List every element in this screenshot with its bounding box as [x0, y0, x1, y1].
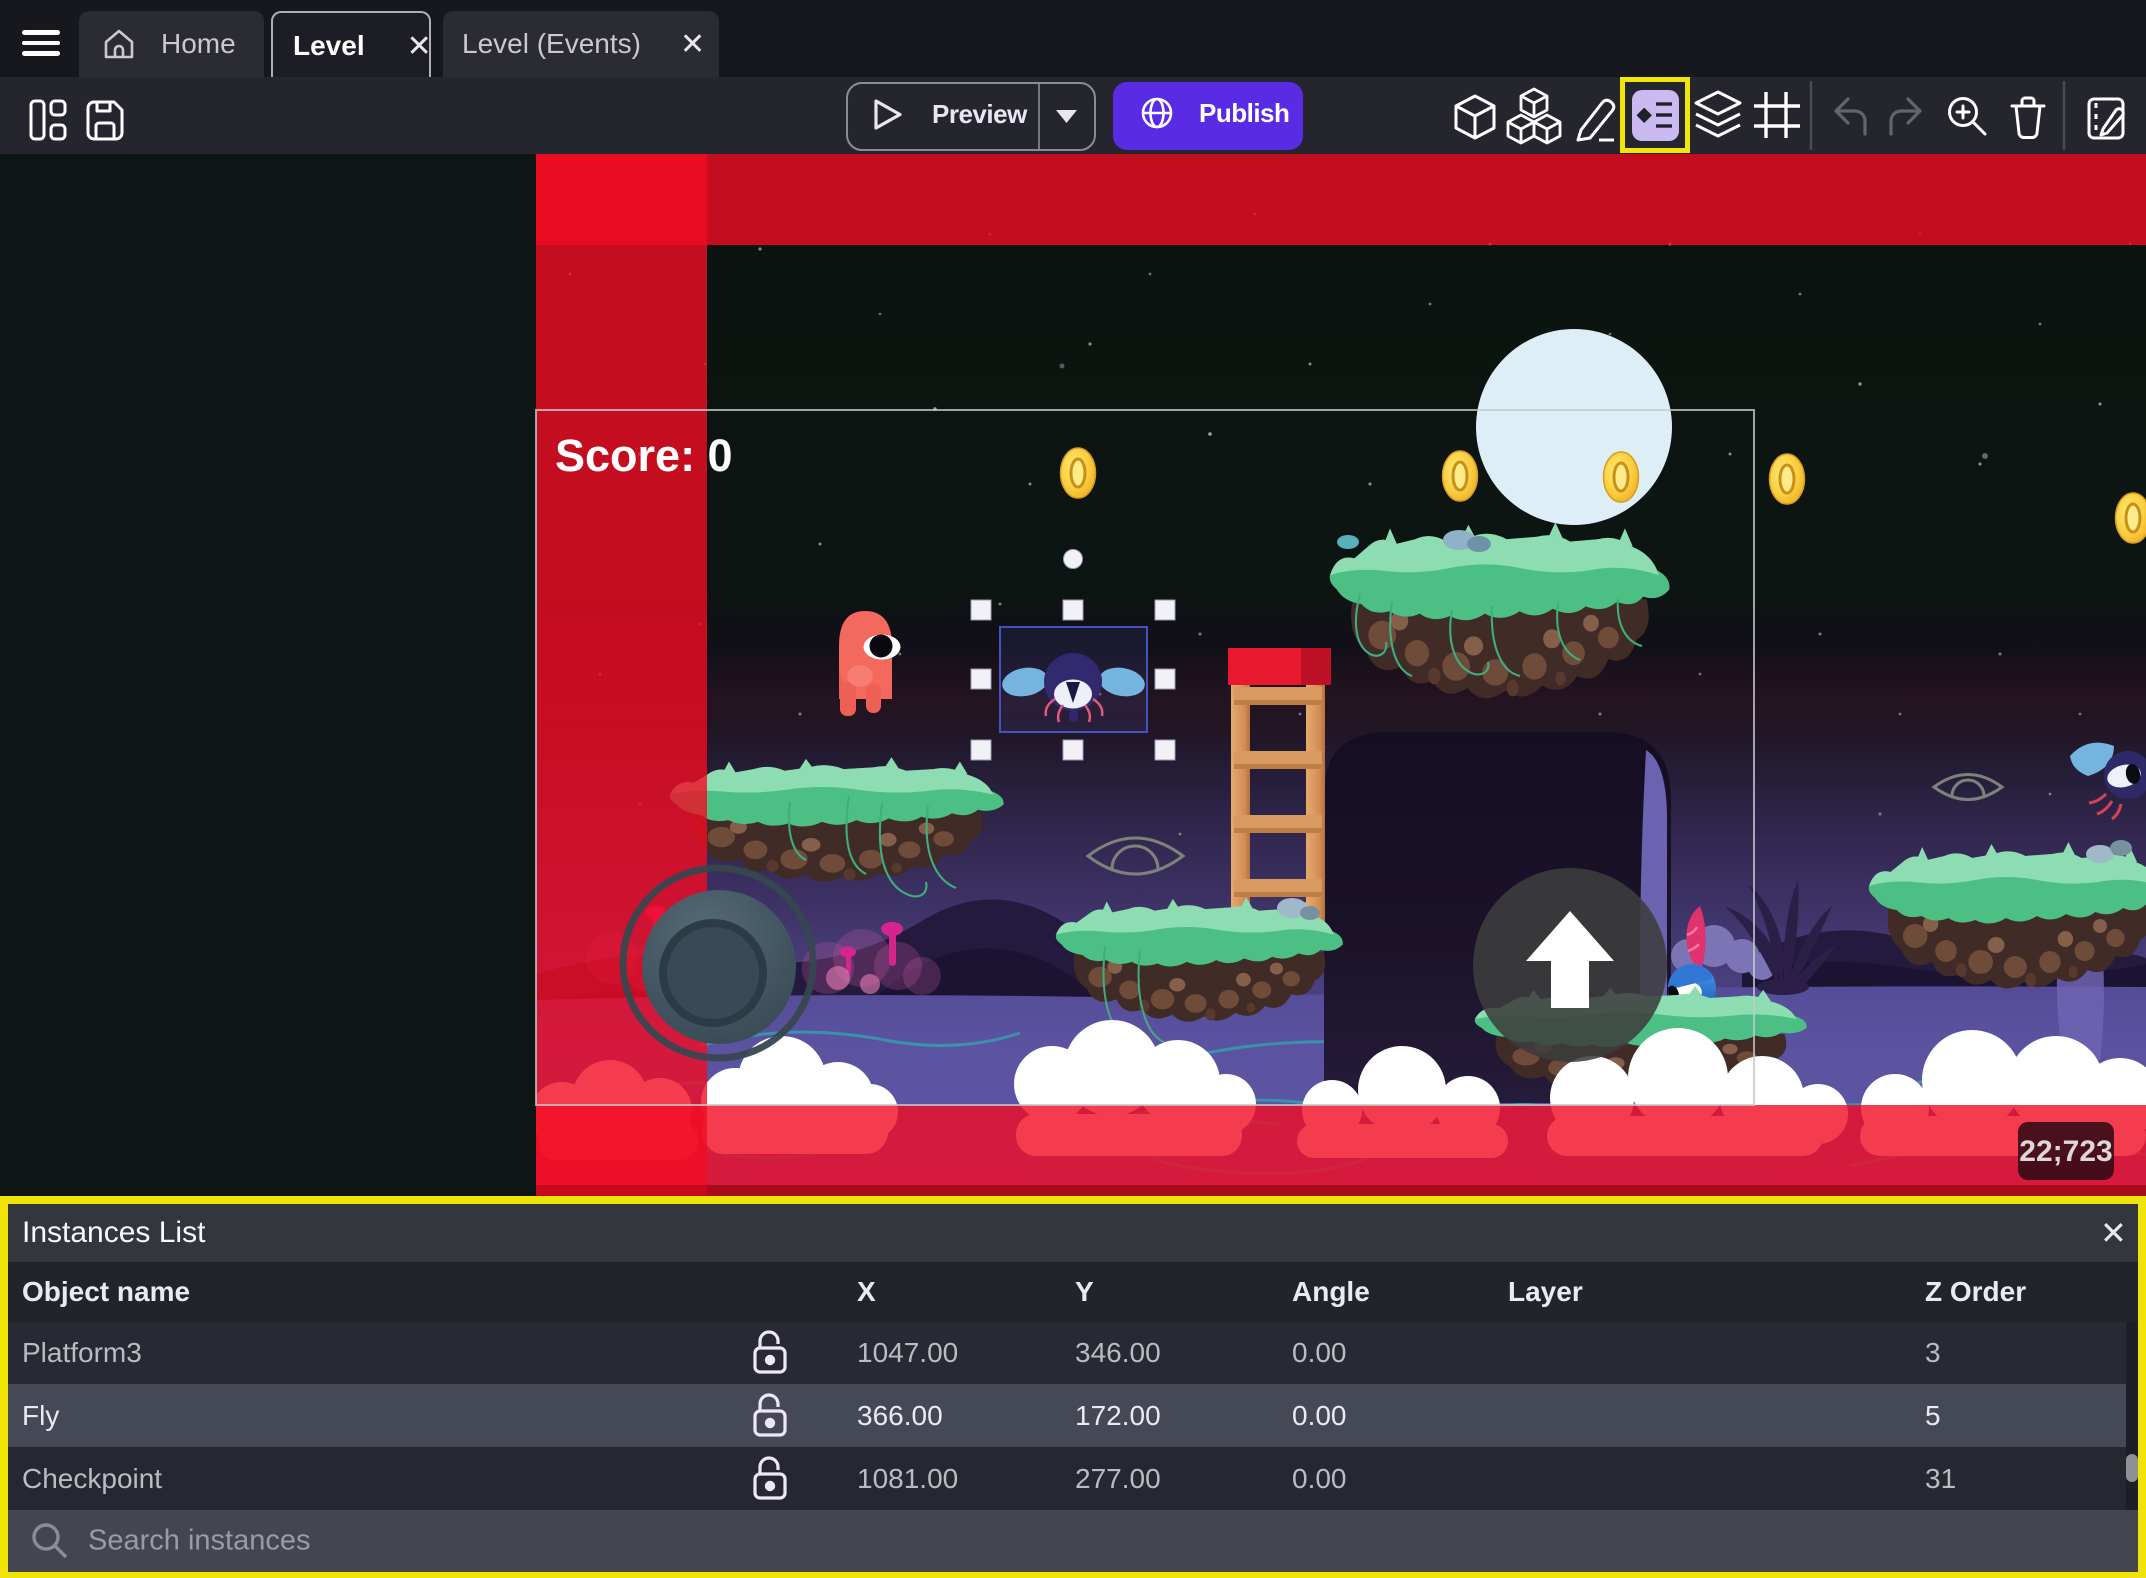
svg-text:Preview: Preview: [932, 99, 1028, 129]
svg-text:22;723: 22;723: [2019, 1135, 2112, 1168]
svg-text:Score: 0: Score: 0: [555, 430, 733, 481]
svg-text:Publish: Publish: [1199, 98, 1289, 128]
